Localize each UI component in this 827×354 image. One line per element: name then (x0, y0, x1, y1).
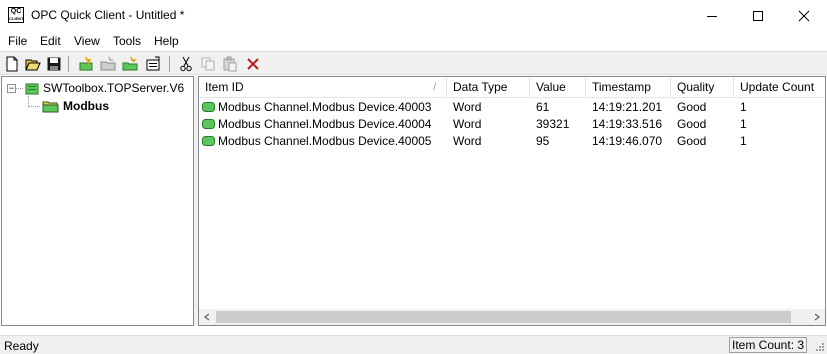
column-header-data-type[interactable]: Data Type (447, 77, 530, 97)
menu-tools[interactable]: Tools (113, 33, 141, 49)
cell-item-id: Modbus Channel.Modbus Device.40004 (218, 117, 432, 131)
cut-button[interactable] (177, 55, 195, 73)
cell-value: 39321 (536, 117, 570, 131)
menu-view[interactable]: View (74, 33, 100, 49)
server-connection-icon (25, 83, 39, 95)
server-tree-pane[interactable]: − SWToolbox.TOPServer.V6 Modbus (1, 76, 194, 326)
tree-connector-line (16, 88, 23, 89)
copy-button[interactable] (199, 55, 217, 73)
cut-scissors-icon (180, 56, 192, 72)
app-icon-text-top: QC (10, 8, 22, 15)
tree-node-server-label: SWToolbox.TOPServer.V6 (43, 81, 185, 95)
column-header-value[interactable]: Value (530, 77, 586, 97)
menu-help[interactable]: Help (154, 33, 179, 49)
horizontal-scrollbar[interactable] (199, 309, 825, 325)
table-row[interactable]: Modbus Channel.Modbus Device.40005 Word … (199, 133, 825, 150)
toolbar-separator (169, 56, 170, 72)
tree-expand-glyph: − (8, 83, 15, 93)
opc-quick-client-app-icon: QC CLIENT (8, 7, 24, 23)
close-icon (798, 10, 810, 21)
new-document-icon (6, 56, 18, 72)
chevron-left-icon (204, 313, 210, 321)
horizontal-scroll-thumb[interactable] (216, 311, 791, 323)
menu-file[interactable]: File (8, 33, 27, 49)
column-header-update-count[interactable]: Update Count (734, 77, 825, 97)
cell-value: 95 (536, 134, 550, 148)
tree-node-group-label: Modbus (63, 99, 109, 113)
copy-icon (201, 57, 215, 71)
open-button[interactable] (24, 55, 42, 73)
cell-item-id: Modbus Channel.Modbus Device.40005 (218, 134, 432, 148)
item-count-panel: Item Count: 3 (729, 337, 807, 353)
title-bar: QC CLIENT OPC Quick Client - Untitled * (0, 0, 827, 31)
header-divider (199, 97, 825, 98)
properties-icon (146, 56, 160, 71)
tag-item-icon (202, 102, 215, 112)
column-header-item-id-label: Item ID (205, 80, 244, 94)
status-text: Ready (4, 339, 39, 353)
cell-quality: Good (677, 100, 707, 114)
maximize-button[interactable] (735, 0, 781, 31)
cell-quality: Good (677, 117, 707, 131)
new-item-icon (122, 56, 138, 71)
delete-x-icon (247, 58, 259, 70)
folder-icon (42, 101, 59, 113)
toolbar (0, 51, 827, 75)
cell-data-type: Word (453, 117, 482, 131)
tag-item-icon (202, 136, 215, 146)
tree-connector-line (28, 96, 29, 106)
column-header-item-id[interactable]: Item ID / (199, 77, 447, 97)
resize-grip-icon[interactable] (815, 342, 825, 352)
new-group-button[interactable] (99, 55, 117, 73)
cell-timestamp: 14:19:21.201 (592, 100, 663, 114)
table-row[interactable]: Modbus Channel.Modbus Device.40004 Word … (199, 116, 825, 133)
new-server-connection-button[interactable] (77, 55, 95, 73)
tree-expand-toggle[interactable]: − (7, 84, 16, 93)
tag-item-icon (202, 119, 215, 129)
new-item-button[interactable] (121, 55, 139, 73)
scroll-left-button[interactable] (199, 309, 215, 325)
new-document-button[interactable] (3, 55, 21, 73)
paste-icon (223, 56, 237, 72)
close-button[interactable] (781, 0, 827, 31)
minimize-button[interactable] (689, 0, 735, 31)
window-title: OPC Quick Client - Untitled * (31, 8, 185, 22)
sort-indicator: / (433, 82, 436, 93)
cell-value: 61 (536, 100, 550, 114)
minimize-icon (707, 15, 717, 17)
cell-timestamp: 14:19:33.516 (592, 117, 663, 131)
cell-update-count: 1 (740, 117, 747, 131)
new-server-connection-icon (79, 56, 93, 71)
delete-button[interactable] (244, 55, 262, 73)
cell-update-count: 1 (740, 100, 747, 114)
menu-bar: File Edit View Tools Help (0, 31, 827, 51)
table-row[interactable]: Modbus Channel.Modbus Device.40003 Word … (199, 99, 825, 116)
column-header-quality[interactable]: Quality (671, 77, 734, 97)
toolbar-separator (68, 56, 69, 72)
scroll-right-button[interactable] (809, 309, 825, 325)
cell-data-type: Word (453, 134, 482, 148)
column-header-timestamp[interactable]: Timestamp (586, 77, 671, 97)
status-bar: Ready Item Count: 3 (0, 335, 827, 354)
cell-data-type: Word (453, 100, 482, 114)
cell-quality: Good (677, 134, 707, 148)
maximize-icon (753, 10, 763, 21)
app-icon-text-bottom: CLIENT (9, 16, 24, 21)
cell-item-id: Modbus Channel.Modbus Device.40003 (218, 100, 432, 114)
tree-connector-line (28, 106, 40, 107)
open-folder-icon (25, 59, 41, 71)
paste-button[interactable] (221, 55, 239, 73)
menu-edit[interactable]: Edit (40, 33, 61, 49)
chevron-right-icon (814, 313, 820, 321)
new-group-icon (100, 56, 116, 71)
save-button[interactable] (45, 55, 63, 73)
save-disk-icon (47, 57, 61, 71)
cell-update-count: 1 (740, 134, 747, 148)
item-list-pane[interactable]: Item ID / Data Type Value Timestamp Qual… (198, 76, 826, 326)
properties-button[interactable] (144, 55, 162, 73)
cell-timestamp: 14:19:46.070 (592, 134, 663, 148)
